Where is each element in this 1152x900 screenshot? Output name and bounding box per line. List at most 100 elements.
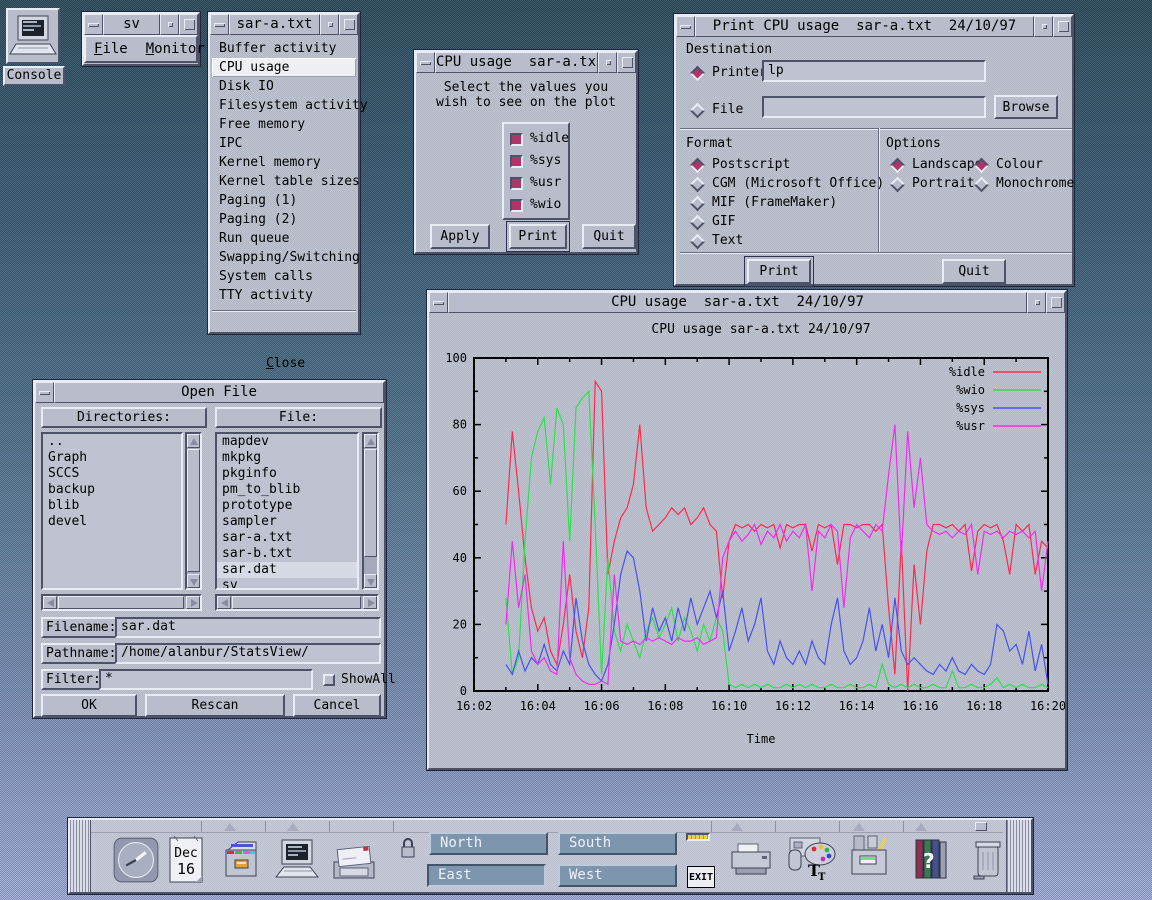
scroll-thumb[interactable]: [58, 596, 184, 609]
maximize-button[interactable]: [339, 14, 358, 35]
chart-window-titlebar[interactable]: CPU usage sar-a.txt 24/10/97: [429, 292, 1065, 313]
idle-checkbox[interactable]: [510, 133, 523, 146]
exit-button[interactable]: EXIT: [687, 866, 715, 888]
scroll-left-button[interactable]: [43, 596, 57, 609]
monochrome-radio[interactable]: [974, 176, 990, 192]
portrait-radio-row[interactable]: Portrait: [892, 176, 975, 192]
printer-radio[interactable]: [690, 65, 706, 81]
workspace-south-button[interactable]: South: [558, 832, 677, 855]
applications-icon[interactable]: [846, 834, 896, 886]
printer-field[interactable]: lp: [762, 60, 986, 82]
text-radio[interactable]: [690, 233, 706, 249]
minimize-button[interactable]: [320, 14, 339, 35]
sv-titlebar[interactable]: sv: [84, 14, 198, 35]
directories-list[interactable]: ..GraphSCCSbackupblibdevel: [41, 432, 183, 590]
list-item[interactable]: mkpkg: [217, 450, 357, 466]
directories-vscrollbar[interactable]: [185, 432, 202, 590]
file-radio[interactable]: [690, 102, 706, 118]
scroll-up-button[interactable]: [364, 434, 377, 448]
scroll-down-button[interactable]: [187, 574, 200, 588]
help-icon[interactable]: ?: [908, 834, 954, 886]
calendar-icon[interactable]: Dec 16: [166, 834, 206, 886]
minimize-button[interactable]: [1027, 292, 1046, 313]
files-list[interactable]: mapdevmkpkgpkginfopm_to_blibprototypesam…: [215, 432, 359, 590]
maximize-button[interactable]: [1046, 292, 1065, 313]
showall-row[interactable]: ShowAll: [323, 672, 396, 688]
maximize-button[interactable]: [617, 52, 636, 73]
files-subpanel-arrow[interactable]: [224, 823, 236, 831]
monitor-menu-titlebar[interactable]: sar-a.txt: [210, 14, 358, 35]
list-item[interactable]: sar-b.txt: [217, 546, 357, 562]
workspace-north-button[interactable]: North: [429, 832, 548, 855]
menu-item[interactable]: Kernel memory: [212, 153, 356, 172]
landscape-radio[interactable]: [890, 157, 906, 173]
trash-icon[interactable]: [966, 836, 1010, 884]
workspace-east-button[interactable]: East: [427, 864, 546, 887]
scroll-thumb[interactable]: [364, 449, 377, 557]
quit-button[interactable]: Quit: [582, 224, 636, 249]
file-radio-row[interactable]: File: [692, 102, 743, 118]
rescan-button[interactable]: Rescan: [145, 694, 285, 717]
menu-item[interactable]: TTY activity: [212, 286, 356, 305]
printer-radio-row[interactable]: Printer: [692, 65, 767, 81]
colour-radio[interactable]: [974, 157, 990, 173]
printer-subpanel-arrow[interactable]: [731, 823, 743, 831]
print-dialog-titlebar[interactable]: Print CPU usage sar-a.txt 24/10/97: [676, 16, 1072, 37]
gif-radio[interactable]: [690, 214, 706, 230]
list-item[interactable]: sampler: [217, 514, 357, 530]
menu-item[interactable]: Run queue: [212, 229, 356, 248]
panel-right-handle[interactable]: [1006, 820, 1031, 892]
mif-radio[interactable]: [690, 195, 706, 211]
applications-subpanel-arrow[interactable]: [853, 823, 865, 831]
menu-item[interactable]: CPU usage: [212, 58, 356, 77]
window-menu-button[interactable]: [35, 382, 54, 403]
lock-icon[interactable]: [400, 837, 416, 859]
maximize-button[interactable]: [1053, 16, 1072, 37]
format-gif-row[interactable]: GIF: [692, 214, 735, 230]
menu-item[interactable]: System calls: [212, 267, 356, 286]
menu-item[interactable]: IPC: [212, 134, 356, 153]
files-hscrollbar[interactable]: [215, 594, 379, 611]
file-menu[interactable]: File: [94, 41, 128, 57]
filename-field[interactable]: sar.dat: [115, 617, 381, 638]
checkbox-row-wio[interactable]: %wio: [510, 197, 561, 213]
panel-left-handle[interactable]: [70, 820, 91, 892]
list-item[interactable]: SCCS: [43, 466, 181, 482]
list-item[interactable]: blib: [43, 498, 181, 514]
console-icon[interactable]: [6, 8, 60, 64]
usr-checkbox[interactable]: [510, 177, 523, 190]
menu-item[interactable]: Paging (2): [212, 210, 356, 229]
minimize-button[interactable]: [598, 52, 617, 73]
minimize-button[interactable]: [160, 14, 179, 35]
ok-button[interactable]: OK: [41, 694, 137, 717]
workspace-west-button[interactable]: West: [558, 864, 677, 887]
checkbox-row-sys[interactable]: %sys: [510, 153, 561, 169]
printer-icon[interactable]: [726, 838, 776, 884]
print-dialog-print-button[interactable]: Print: [747, 259, 811, 284]
menu-item[interactable]: Paging (1): [212, 191, 356, 210]
scroll-thumb[interactable]: [187, 449, 200, 572]
format-text-row[interactable]: Text: [692, 233, 743, 249]
postscript-radio[interactable]: [690, 157, 706, 173]
terminal-subpanel-arrow[interactable]: [287, 823, 299, 831]
monochrome-radio-row[interactable]: Monochrome: [976, 176, 1074, 192]
file-manager-icon[interactable]: [218, 836, 266, 884]
checkbox-row-idle[interactable]: %idle: [510, 131, 569, 147]
menu-item[interactable]: Swapping/Switching: [212, 248, 356, 267]
showall-checkbox[interactable]: [323, 674, 335, 686]
format-mif-row[interactable]: MIF (FrameMaker): [692, 195, 837, 211]
format-postscript-row[interactable]: Postscript: [692, 157, 790, 173]
mail-icon[interactable]: [328, 836, 380, 884]
menu-item[interactable]: Filesystem activity: [212, 96, 356, 115]
maximize-button[interactable]: [179, 14, 198, 35]
menu-item[interactable]: Disk IO: [212, 77, 356, 96]
list-item[interactable]: mapdev: [217, 434, 357, 450]
window-menu-button[interactable]: [416, 52, 435, 73]
window-menu-button[interactable]: [429, 292, 448, 313]
wio-checkbox[interactable]: [510, 199, 523, 212]
format-cgm-row[interactable]: CGM (Microsoft Office): [692, 176, 884, 192]
monitor-menu[interactable]: Monitor: [146, 41, 205, 57]
clock-icon[interactable]: [112, 836, 160, 884]
window-menu-button[interactable]: [676, 16, 695, 37]
files-vscrollbar[interactable]: [362, 432, 379, 590]
